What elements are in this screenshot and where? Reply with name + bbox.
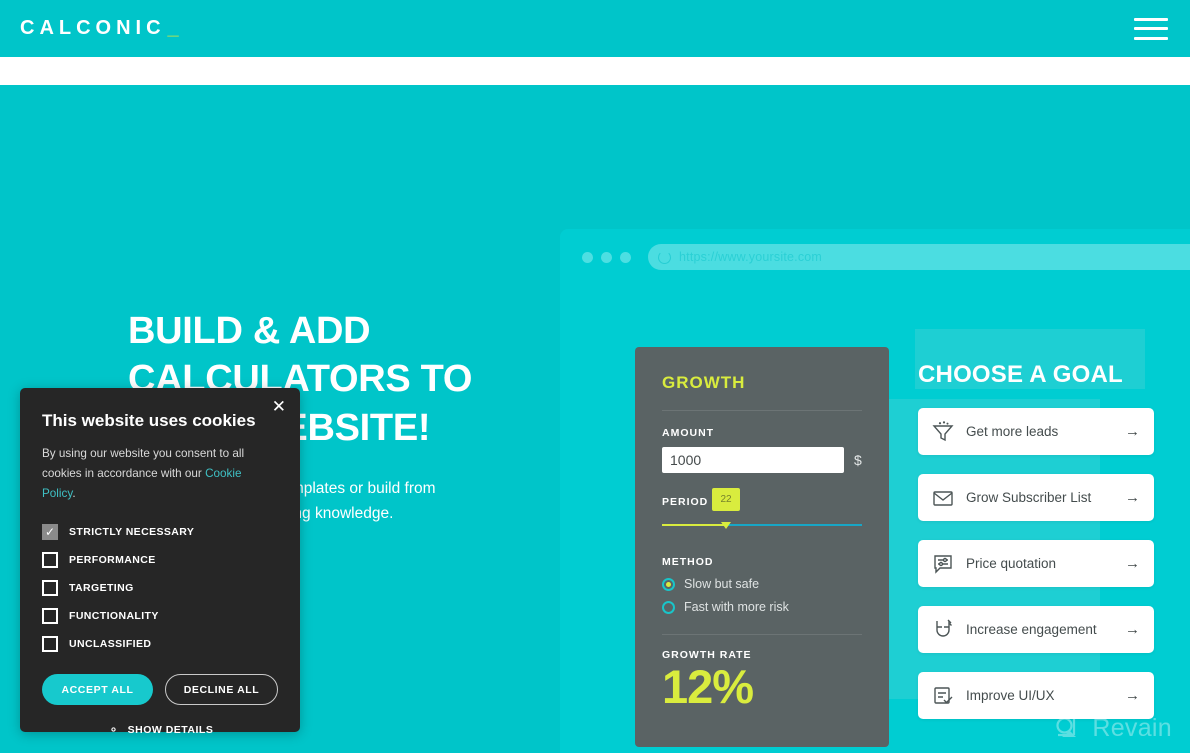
arrow-right-icon: → xyxy=(1125,489,1140,506)
show-details-button[interactable]: SHOW DETAILS xyxy=(42,723,278,736)
goals-title: CHOOSE A GOAL xyxy=(918,361,1123,388)
checkbox-icon[interactable] xyxy=(42,580,58,597)
cookie-category-label: PERFORMANCE xyxy=(69,554,156,567)
goal-card-get-more-leads[interactable]: Get more leads → xyxy=(918,408,1154,455)
method-block: METHOD Slow but safe Fast with more risk xyxy=(662,556,862,614)
sliders-chat-icon xyxy=(931,552,955,576)
slider-handle[interactable] xyxy=(721,522,731,529)
checkbox-icon[interactable] xyxy=(42,636,58,653)
logo[interactable]: CALCONIC _ xyxy=(20,17,184,40)
cookie-category-label: UNCLASSIFIED xyxy=(69,638,152,651)
growth-rate-value: 12% xyxy=(662,660,754,713)
radio-icon xyxy=(662,600,675,614)
goal-card-grow-subscriber-list[interactable]: Grow Subscriber List → xyxy=(918,474,1154,521)
show-details-label: SHOW DETAILS xyxy=(127,723,214,736)
watermark-text: Revain xyxy=(1092,713,1172,742)
cookie-text-after-link: . xyxy=(72,487,76,501)
amount-unit: $ xyxy=(854,452,862,468)
method-option-label: Slow but safe xyxy=(684,577,760,591)
cookie-category-label: TARGETING xyxy=(69,582,134,595)
cookie-consent-banner: ✕ This website uses cookies By using our… xyxy=(20,388,300,736)
envelope-icon xyxy=(931,486,955,510)
goals-panel: CHOOSE A GOAL Get more leads → Grow Subs… xyxy=(918,361,1154,738)
site-header: CALCONIC _ xyxy=(0,0,1190,57)
cookie-category-functionality[interactable]: FUNCTIONALITY xyxy=(42,602,278,630)
url-bar[interactable]: https://www.yoursite.com xyxy=(648,244,1190,270)
cookie-category-targeting[interactable]: TARGETING xyxy=(42,574,278,602)
close-icon[interactable]: ✕ xyxy=(272,398,286,415)
accept-all-button[interactable]: ACCEPT ALL xyxy=(42,674,153,706)
decline-all-button[interactable]: DECLINE ALL xyxy=(165,674,278,706)
url-text: https://www.yoursite.com xyxy=(679,250,823,264)
goal-card-increase-engagement[interactable]: Increase engagement → xyxy=(918,606,1154,653)
period-label-row: PERIOD xyxy=(662,496,862,508)
browser-window-dots xyxy=(582,251,631,263)
cookie-category-label: STRICTLY NECESSARY xyxy=(69,526,195,539)
hamburger-bar xyxy=(1134,17,1168,21)
method-option-label: Fast with more risk xyxy=(684,600,789,614)
cookie-category-unclassified[interactable]: UNCLASSIFIED xyxy=(42,630,278,658)
funnel-icon xyxy=(931,420,955,444)
amount-row: $ xyxy=(662,447,862,473)
cookie-category-label: FUNCTIONALITY xyxy=(69,610,159,623)
checklist-icon xyxy=(931,684,955,708)
radio-icon-selected xyxy=(662,577,675,591)
cookie-category-strictly-necessary[interactable]: STRICTLY NECESSARY xyxy=(42,518,278,546)
logo-accent: _ xyxy=(167,17,184,39)
hamburger-bar xyxy=(1134,36,1168,40)
divider xyxy=(662,634,862,635)
arrow-right-icon: → xyxy=(1125,423,1140,440)
amount-label: AMOUNT xyxy=(662,427,715,439)
cookie-category-performance[interactable]: PERFORMANCE xyxy=(42,546,278,574)
goal-label: Price quotation xyxy=(966,556,1057,571)
browser-toolbar: https://www.yoursite.com xyxy=(560,229,1190,285)
window-dot xyxy=(620,251,631,263)
divider xyxy=(662,410,862,411)
refresh-icon[interactable] xyxy=(658,250,671,264)
cookie-category-list: STRICTLY NECESSARY PERFORMANCE TARGETING… xyxy=(42,518,278,658)
header-separator xyxy=(0,57,1190,85)
slider-value-bubble: 22 xyxy=(712,488,740,511)
calculator-widget: GROWTH AMOUNT $ PERIOD 22 METHOD xyxy=(635,347,889,747)
hamburger-menu-icon[interactable] xyxy=(1134,17,1168,40)
cookie-banner-title: This website uses cookies xyxy=(42,411,256,430)
checkbox-checked-icon[interactable] xyxy=(42,524,58,541)
page-root: CALCONIC_ BUILD & ADD CALCULATORS TO YOU… xyxy=(0,0,1190,753)
checkbox-icon[interactable] xyxy=(42,552,58,569)
period-block: PERIOD 22 xyxy=(662,488,862,530)
arrow-right-icon: → xyxy=(1125,621,1140,638)
cookie-banner-text: By using our website you consent to all … xyxy=(42,444,278,504)
arrow-right-icon: → xyxy=(1125,555,1140,572)
window-dot xyxy=(601,251,612,263)
goal-label: Increase engagement xyxy=(966,622,1097,637)
amount-input[interactable] xyxy=(662,447,844,473)
goal-label: Grow Subscriber List xyxy=(966,490,1092,505)
method-option-fast[interactable]: Fast with more risk xyxy=(662,600,862,614)
hamburger-bar xyxy=(1134,27,1168,30)
calculator-title: GROWTH xyxy=(662,373,746,392)
period-label: PERIOD xyxy=(662,496,709,508)
method-option-slow[interactable]: Slow but safe xyxy=(662,577,862,591)
revain-logo-icon xyxy=(1050,711,1084,745)
slider-fill xyxy=(662,524,726,526)
gear-icon xyxy=(107,723,120,736)
period-slider[interactable]: 22 xyxy=(662,488,862,530)
method-label: METHOD xyxy=(662,556,714,568)
logo-text: CALCONIC xyxy=(20,17,166,39)
goal-card-price-quotation[interactable]: Price quotation → xyxy=(918,540,1154,587)
checkbox-icon[interactable] xyxy=(42,608,58,625)
watermark: Revain xyxy=(1050,711,1172,745)
window-dot xyxy=(582,251,593,263)
goal-label: Get more leads xyxy=(966,424,1059,439)
magnet-icon xyxy=(931,618,955,642)
arrow-right-icon: → xyxy=(1125,687,1140,704)
goal-label: Improve UI/UX xyxy=(966,688,1055,703)
cookie-actions: ACCEPT ALL DECLINE ALL xyxy=(42,674,278,706)
